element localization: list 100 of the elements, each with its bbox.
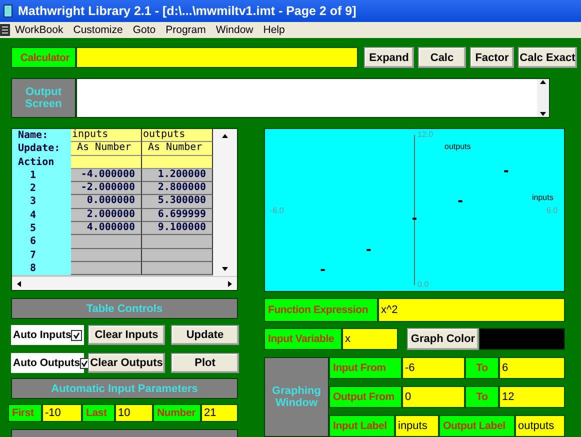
function-field[interactable]: x^2 bbox=[378, 298, 565, 322]
tick-label: 12.0 bbox=[418, 130, 434, 140]
calculator-label: Calculator bbox=[11, 47, 76, 68]
up-arrow-icon[interactable] bbox=[221, 133, 229, 139]
menu-item[interactable]: Customize bbox=[68, 24, 128, 36]
table-cell[interactable]: 2.000000 bbox=[71, 208, 142, 222]
graph-color-button[interactable]: Graph Color bbox=[407, 328, 479, 350]
table-cell[interactable] bbox=[142, 248, 213, 262]
table-cell[interactable] bbox=[71, 262, 142, 276]
parameter-field[interactable]: 10 bbox=[115, 404, 153, 422]
data-point bbox=[412, 218, 416, 220]
row-number: 8 bbox=[12, 262, 71, 276]
document-icon[interactable] bbox=[0, 23, 10, 37]
section-header: Automatic Input Parameters bbox=[11, 378, 238, 399]
parameter-field[interactable]: 21 bbox=[201, 404, 238, 422]
table-cell[interactable] bbox=[71, 248, 142, 262]
down-arrow-icon[interactable] bbox=[221, 266, 229, 272]
calculator-button[interactable]: Expand bbox=[364, 47, 414, 68]
column-name[interactable]: outputs bbox=[142, 129, 213, 142]
tick-label: -6.0 bbox=[270, 206, 284, 215]
tick-label: 6.0 bbox=[546, 206, 558, 215]
axis-label-field[interactable]: outputs bbox=[515, 415, 565, 437]
menu-item[interactable]: Goto bbox=[128, 24, 161, 36]
left-arrow-icon[interactable] bbox=[16, 280, 22, 288]
table-button[interactable]: Plot bbox=[171, 353, 239, 373]
menu-item[interactable]: Help bbox=[258, 24, 290, 36]
scrollbar[interactable] bbox=[213, 129, 237, 276]
output-screen[interactable] bbox=[76, 78, 550, 118]
checkbox-label: Auto Inputs bbox=[13, 329, 72, 341]
axis-label: outputs bbox=[444, 142, 471, 151]
row-number: 2 bbox=[12, 182, 71, 196]
table-cell[interactable]: 5.300000 bbox=[142, 195, 213, 209]
scrollbar[interactable] bbox=[12, 276, 237, 290]
output-screen-label: Output Screen bbox=[11, 78, 76, 118]
down-arrow-icon[interactable] bbox=[539, 111, 547, 117]
row-number: 3 bbox=[12, 195, 71, 209]
action-cell[interactable] bbox=[71, 156, 142, 169]
range-field[interactable]: 12 bbox=[499, 386, 565, 408]
table-button[interactable]: Update bbox=[171, 325, 239, 345]
input-variable-label: Input Variable bbox=[264, 328, 342, 350]
axis-label-label: Input Label bbox=[329, 415, 395, 437]
row-number: 7 bbox=[12, 248, 71, 262]
row-number: 5 bbox=[12, 222, 71, 236]
table-cell[interactable]: 9.100000 bbox=[142, 222, 213, 236]
section-header: Table Controls bbox=[11, 298, 238, 319]
menu-item[interactable]: WorkBook bbox=[10, 24, 68, 36]
parameter-label: Last bbox=[82, 404, 115, 422]
checkbox-field[interactable]: Auto Inputs bbox=[11, 325, 84, 345]
table-cell[interactable]: -4.000000 bbox=[71, 168, 142, 182]
calculator-field[interactable] bbox=[76, 47, 358, 68]
range-label: To bbox=[465, 357, 499, 379]
row-number: 6 bbox=[12, 235, 71, 249]
axis-label-field[interactable]: inputs bbox=[395, 415, 439, 437]
calculator-button[interactable]: Factor bbox=[470, 47, 514, 68]
table-cell[interactable]: 2.800000 bbox=[142, 182, 213, 196]
table-cell[interactable] bbox=[142, 262, 213, 276]
row-number: 1 bbox=[12, 168, 71, 182]
checkbox-label: Auto Outputs bbox=[13, 357, 80, 369]
window-title: Mathwright Library 2.1 - [d:\...\mwmiltv1.imt - Page 2 of 9] bbox=[18, 4, 356, 18]
calculator-button[interactable]: Calc Exact bbox=[518, 47, 577, 68]
range-field[interactable]: 6 bbox=[499, 357, 565, 379]
table-cell[interactable]: 6.699999 bbox=[142, 208, 213, 222]
range-field[interactable]: -6 bbox=[402, 357, 465, 379]
range-field[interactable]: 0 bbox=[402, 386, 465, 408]
checkbox[interactable] bbox=[71, 330, 82, 340]
table-cell[interactable]: 0.000000 bbox=[71, 195, 142, 209]
range-label: Output From bbox=[329, 386, 402, 408]
row-label: Name: bbox=[12, 129, 71, 142]
row-number: 4 bbox=[12, 208, 71, 222]
table-cell[interactable]: -2.000000 bbox=[71, 182, 142, 196]
table-cell[interactable] bbox=[142, 235, 213, 249]
column-update[interactable]: As Number bbox=[142, 142, 213, 156]
parameter-field[interactable]: -10 bbox=[42, 404, 82, 422]
function-label: Function Expression bbox=[264, 298, 378, 322]
table-button[interactable]: Clear Inputs bbox=[88, 325, 165, 345]
graphing-window-label: Graphing Window bbox=[264, 357, 329, 437]
menu-item[interactable]: Program bbox=[160, 24, 211, 36]
column-update[interactable]: As Number bbox=[71, 142, 142, 156]
action-cell[interactable] bbox=[142, 156, 213, 169]
book-icon bbox=[3, 4, 13, 18]
column-name[interactable]: inputs bbox=[71, 129, 142, 142]
table-cell[interactable]: 4.000000 bbox=[71, 222, 142, 236]
menu-item[interactable]: Window bbox=[210, 24, 258, 36]
row-label: Action bbox=[12, 156, 71, 169]
up-arrow-icon[interactable] bbox=[539, 79, 547, 85]
range-label: To bbox=[465, 386, 499, 408]
table-button[interactable]: Clear Outputs bbox=[88, 353, 165, 373]
axis-label: inputs bbox=[532, 193, 554, 202]
table-cell[interactable] bbox=[71, 235, 142, 249]
parameter-label: First bbox=[8, 404, 42, 422]
right-arrow-icon[interactable] bbox=[227, 280, 233, 288]
data-point bbox=[504, 170, 508, 172]
input-variable-field[interactable]: x bbox=[342, 328, 398, 350]
parameter-label: Number bbox=[153, 404, 201, 422]
calculator-button[interactable]: Calc bbox=[418, 47, 466, 68]
scrollbar[interactable] bbox=[537, 79, 549, 117]
table-cell[interactable]: 1.200000 bbox=[142, 168, 213, 182]
tick-label: 0.0 bbox=[418, 280, 429, 290]
row-label: Update: bbox=[12, 142, 71, 156]
axis-label-label: Output Label bbox=[439, 415, 515, 437]
